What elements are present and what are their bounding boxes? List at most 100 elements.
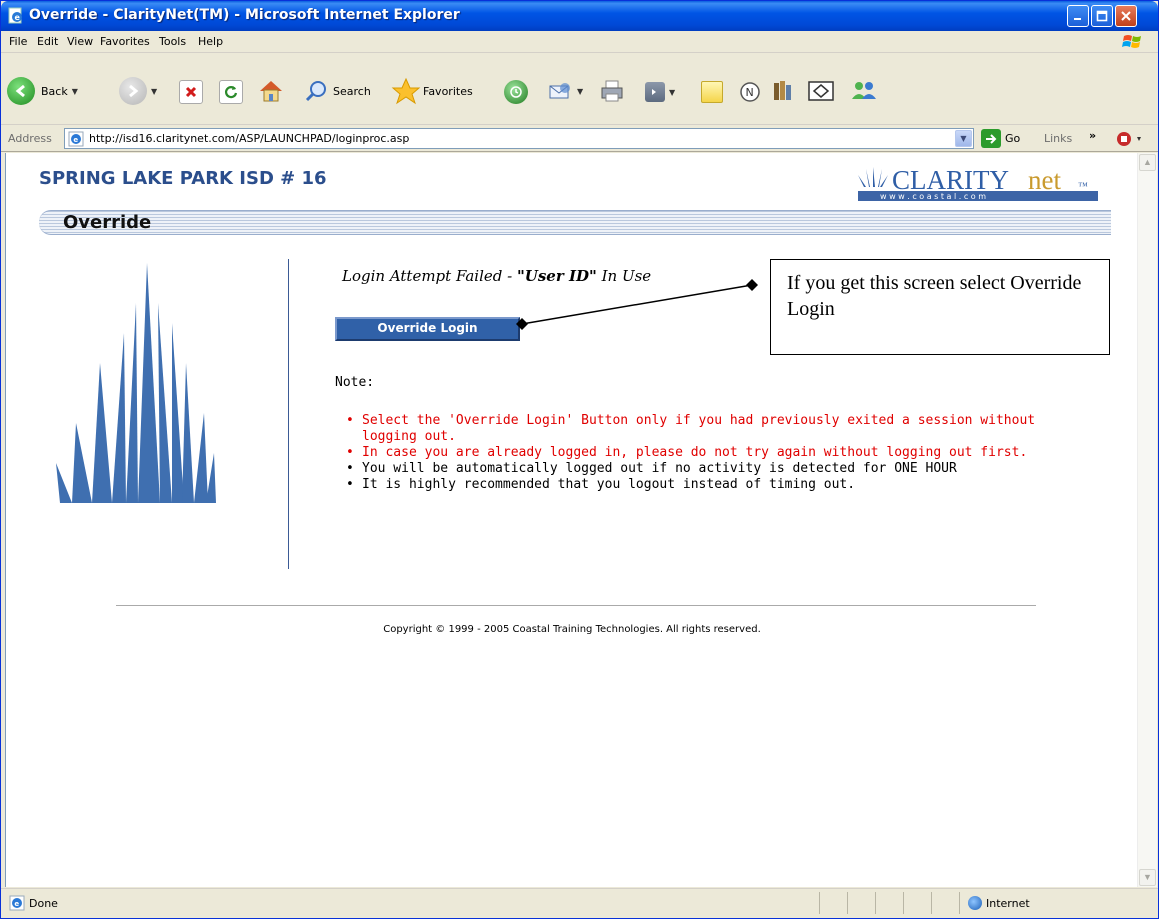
stop-button[interactable] bbox=[179, 80, 203, 104]
minimize-icon bbox=[1074, 18, 1081, 20]
list-item: You will be automatically logged out if … bbox=[346, 461, 1096, 477]
footer-divider bbox=[116, 605, 1036, 606]
people-icon bbox=[852, 82, 876, 99]
callout-box: If you get this screen select Override L… bbox=[770, 259, 1110, 355]
minimize-button[interactable] bbox=[1067, 5, 1089, 27]
menu-tools[interactable]: Tools bbox=[159, 35, 186, 48]
favorites-label: Favorites bbox=[423, 84, 473, 98]
messenger-icon: N bbox=[740, 82, 760, 102]
edit-button[interactable]: ▼ bbox=[645, 82, 675, 102]
windows-logo-icon bbox=[1122, 35, 1141, 48]
dropdown-arrow-icon: ▼ bbox=[577, 86, 584, 96]
list-item: Select the 'Override Login' Button only … bbox=[346, 413, 1096, 445]
address-bar: Address e http://isd16.claritynet.com/AS… bbox=[1, 125, 1158, 152]
internet-zone-icon bbox=[968, 896, 982, 910]
star-icon bbox=[391, 77, 421, 105]
links-more-icon[interactable]: » bbox=[1089, 129, 1096, 142]
claritynet-logo: CLARITY net ™ w w w . c o a s t a l . c … bbox=[858, 165, 1098, 201]
address-input[interactable]: e http://isd16.claritynet.com/ASP/LAUNCH… bbox=[64, 128, 974, 149]
printer-icon bbox=[601, 80, 623, 102]
maximize-button[interactable] bbox=[1091, 5, 1113, 27]
research-button[interactable] bbox=[771, 79, 795, 103]
discuss-button[interactable] bbox=[701, 81, 723, 103]
dropdown-arrow-icon: ▼ bbox=[669, 87, 676, 97]
note-icon bbox=[701, 81, 723, 103]
svg-text:e: e bbox=[14, 900, 19, 908]
scroll-down-icon[interactable]: ▼ bbox=[1139, 869, 1156, 886]
maximize-icon bbox=[1096, 10, 1108, 22]
address-dropdown-icon[interactable]: ▼ bbox=[955, 130, 972, 147]
menu-view[interactable]: View bbox=[67, 35, 93, 48]
toolbar-addon-icon[interactable] bbox=[1115, 130, 1145, 148]
forward-arrow-icon bbox=[119, 77, 147, 105]
history-button[interactable] bbox=[504, 80, 528, 104]
standard-toolbar: Back ▼ ▼ Search Favorites ▼ ▼ N bbox=[1, 53, 1158, 125]
list-item: It is highly recommended that you logout… bbox=[346, 477, 1096, 493]
menu-file[interactable]: File bbox=[9, 35, 27, 48]
address-label: Address bbox=[8, 132, 52, 145]
close-icon bbox=[1121, 11, 1131, 21]
page-content: SPRING LAKE PARK ISD # 16 CLARITY net ™ … bbox=[5, 153, 1137, 887]
copyright-text: Copyright © 1999 - 2005 Coastal Training… bbox=[383, 624, 761, 635]
back-arrow-icon bbox=[7, 77, 35, 105]
vertical-scrollbar[interactable]: ▲ ▼ bbox=[1137, 153, 1157, 887]
section-title: Override bbox=[63, 212, 152, 233]
title-bar[interactable]: e Override - ClarityNet(TM) - Microsoft … bbox=[1, 1, 1158, 31]
svg-text:net: net bbox=[1028, 165, 1061, 195]
list-item: In case you are already logged in, pleas… bbox=[346, 445, 1096, 461]
svg-text:CLARITY: CLARITY bbox=[892, 165, 1009, 195]
dropdown-arrow-icon: ▼ bbox=[71, 86, 78, 96]
books-icon bbox=[774, 81, 791, 100]
home-button[interactable] bbox=[257, 78, 285, 104]
contacts-button[interactable] bbox=[849, 79, 879, 103]
ie-status-icon: e bbox=[9, 895, 25, 911]
browser-window: e Override - ClarityNet(TM) - Microsoft … bbox=[0, 0, 1159, 919]
svg-text:™: ™ bbox=[1078, 181, 1088, 192]
links-label[interactable]: Links bbox=[1044, 132, 1072, 145]
dropdown-arrow-icon: ▼ bbox=[151, 86, 158, 96]
status-bar: e Done Internet bbox=[1, 888, 1158, 918]
mail-icon bbox=[549, 83, 570, 99]
search-label: Search bbox=[333, 84, 371, 98]
url-text: http://isd16.claritynet.com/ASP/LAUNCHPA… bbox=[89, 132, 410, 145]
stop-icon bbox=[179, 80, 203, 104]
go-label: Go bbox=[1005, 132, 1021, 145]
print-button[interactable] bbox=[599, 79, 625, 103]
menu-help[interactable]: Help bbox=[198, 35, 223, 48]
menu-edit[interactable]: Edit bbox=[37, 35, 58, 48]
messenger-button[interactable]: N bbox=[739, 81, 761, 103]
svg-text:N: N bbox=[746, 86, 754, 99]
window-title: Override - ClarityNet(TM) - Microsoft In… bbox=[29, 7, 460, 23]
menu-bar: File Edit View Favorites Tools Help bbox=[1, 31, 1158, 53]
back-label: Back bbox=[41, 84, 68, 98]
svg-text:w w w . c o a s t a l . c o m: w w w . c o a s t a l . c o m bbox=[880, 192, 986, 201]
menu-favorites[interactable]: Favorites bbox=[100, 35, 150, 48]
favorites-button[interactable]: Favorites bbox=[391, 77, 473, 105]
home-icon bbox=[260, 81, 282, 102]
window-button[interactable] bbox=[807, 80, 835, 102]
svg-text:e: e bbox=[15, 13, 21, 22]
override-login-button[interactable]: Override Login bbox=[335, 317, 520, 341]
status-text: Done bbox=[29, 897, 58, 910]
login-failed-message: Login Attempt Failed - "User ID" In Use bbox=[342, 267, 652, 285]
search-icon bbox=[305, 81, 326, 102]
refresh-button[interactable] bbox=[219, 80, 243, 104]
scroll-up-icon[interactable]: ▲ bbox=[1139, 154, 1156, 171]
mail-button[interactable]: ▼ bbox=[547, 80, 583, 102]
section-header: Override bbox=[39, 210, 1111, 235]
go-button[interactable]: Go bbox=[981, 129, 1020, 148]
forward-button[interactable]: ▼ bbox=[119, 77, 157, 105]
note-label: Note: bbox=[335, 375, 375, 390]
edit-page-icon bbox=[645, 82, 665, 102]
site-title: SPRING LAKE PARK ISD # 16 bbox=[39, 168, 327, 189]
notes-list: Select the 'Override Login' Button only … bbox=[346, 413, 1096, 493]
search-button[interactable]: Search bbox=[305, 79, 371, 103]
ie-page-icon: e bbox=[8, 7, 22, 24]
screen-icon bbox=[808, 81, 834, 101]
history-icon bbox=[504, 80, 528, 104]
security-zone-label: Internet bbox=[986, 897, 1030, 910]
ie-icon: e bbox=[68, 131, 84, 147]
vertical-divider bbox=[288, 259, 289, 569]
close-button[interactable] bbox=[1115, 5, 1137, 27]
back-button[interactable]: Back ▼ bbox=[7, 77, 78, 105]
